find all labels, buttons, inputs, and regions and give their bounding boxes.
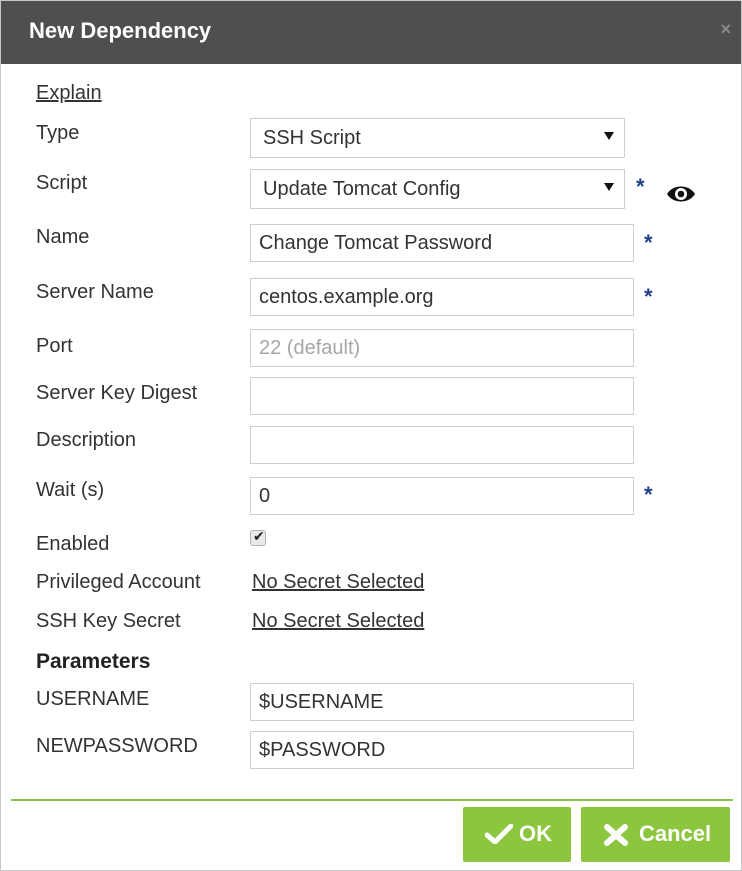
type-select-value: SSH Script	[263, 127, 361, 149]
explain-link[interactable]: Explain	[36, 82, 102, 105]
required-asterisk: *	[644, 482, 653, 507]
checkmark-icon: ✔	[253, 528, 265, 544]
enabled-label: Enabled	[36, 533, 110, 555]
required-asterisk: *	[636, 174, 645, 199]
server-name-input[interactable]: centos.example.org	[250, 278, 634, 316]
ssh-key-secret-link[interactable]: No Secret Selected	[252, 610, 424, 633]
new-dependency-dialog: New Dependency × Explain Type SSH Script…	[0, 0, 742, 871]
privileged-account-link[interactable]: No Secret Selected	[252, 571, 424, 594]
port-label: Port	[36, 335, 73, 357]
wait-input[interactable]: 0	[250, 477, 634, 515]
server-key-digest-label: Server Key Digest	[36, 382, 198, 404]
eye-icon[interactable]	[665, 182, 697, 206]
close-icon[interactable]: ×	[720, 19, 731, 40]
type-label: Type	[36, 122, 80, 144]
parameters-heading: Parameters	[36, 650, 151, 673]
script-select[interactable]: Update Tomcat Config	[250, 169, 625, 209]
name-input[interactable]: Change Tomcat Password	[250, 224, 634, 262]
required-asterisk: *	[644, 284, 653, 309]
privileged-account-label: Privileged Account	[36, 571, 201, 593]
username-parameter-input[interactable]: $USERNAME	[250, 683, 634, 721]
name-label: Name	[36, 226, 90, 248]
ok-button[interactable]: OK	[463, 807, 571, 862]
chevron-down-icon	[604, 132, 614, 140]
wait-label: Wait (s)	[36, 479, 105, 501]
description-label: Description	[36, 429, 137, 451]
dialog-body: Explain Type SSH Script Script Update To…	[1, 64, 741, 799]
server-key-digest-input[interactable]	[250, 377, 634, 415]
checkmark-icon	[484, 823, 514, 850]
server-name-label: Server Name	[36, 281, 154, 303]
enabled-checkbox[interactable]: ✔	[250, 528, 266, 546]
type-select[interactable]: SSH Script	[250, 118, 625, 158]
dialog-title: New Dependency	[29, 18, 212, 43]
port-input[interactable]: 22 (default)	[250, 329, 634, 367]
x-icon	[603, 824, 629, 852]
ok-button-label: OK	[519, 821, 552, 846]
chevron-down-icon	[604, 183, 614, 191]
ssh-key-secret-label: SSH Key Secret	[36, 610, 181, 632]
required-asterisk: *	[644, 230, 653, 255]
description-input[interactable]	[250, 426, 634, 464]
cancel-button-label: Cancel	[639, 821, 712, 846]
parameter-label: NEWPASSWORD	[36, 735, 198, 757]
script-select-value: Update Tomcat Config	[263, 178, 461, 200]
dialog-titlebar: New Dependency ×	[1, 1, 741, 64]
newpassword-parameter-input[interactable]: $PASSWORD	[250, 731, 634, 769]
script-label: Script	[36, 172, 88, 194]
cancel-button[interactable]: Cancel	[581, 807, 730, 862]
parameter-label: USERNAME	[36, 688, 150, 710]
